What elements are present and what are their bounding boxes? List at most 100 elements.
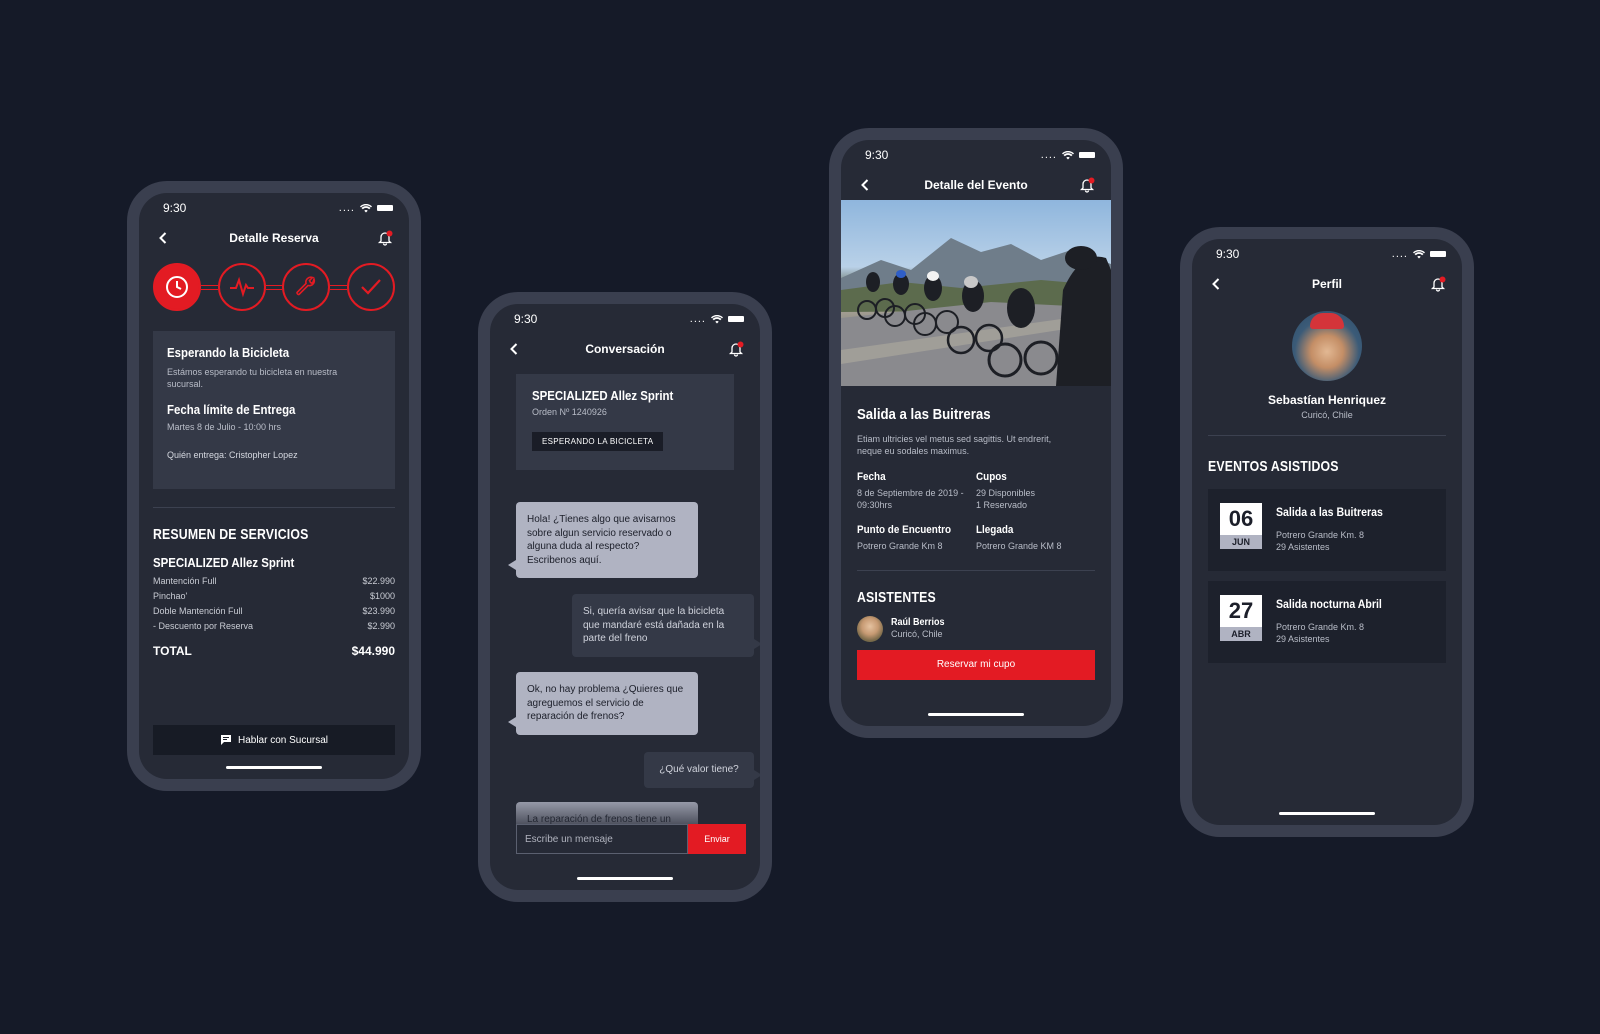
service-row: Mantención Full $22.990: [153, 576, 395, 586]
phone-perfil: 9:30 .... Perfil Sebastían Henriquez Cur…: [1180, 227, 1474, 837]
event-card[interactable]: 27 ABR Salida nocturna Abril Potrero Gra…: [1208, 581, 1446, 664]
message-sent: ¿Qué valor tiene?: [644, 752, 760, 788]
battery-icon: [1079, 152, 1095, 158]
event-place: Potrero Grande Km. 8: [1276, 530, 1365, 541]
order-number: Orden Nº 1240926: [532, 407, 607, 417]
total-label: TOTAL: [153, 644, 192, 658]
deadline-value: Martes 8 de Julio - 10:00 hrs: [167, 422, 282, 433]
profile-avatar[interactable]: [1292, 311, 1362, 381]
notifications-button[interactable]: [726, 339, 746, 359]
delivered-by: Quién entrega: Cristopher Lopez: [167, 450, 298, 461]
status-bar: 9:30 ....: [490, 304, 760, 334]
back-button[interactable]: [153, 228, 173, 248]
battery-icon: [377, 205, 393, 211]
status-time: 9:30: [514, 312, 538, 326]
bell-icon: [728, 341, 744, 357]
summary-title: RESUMEN DE SERVICIOS: [153, 526, 309, 543]
send-button[interactable]: Enviar: [688, 824, 746, 854]
order-card: SPECIALIZED Allez Sprint Orden Nº 124092…: [516, 374, 734, 470]
talk-to-branch-button[interactable]: Hablar con Sucursal: [153, 725, 395, 755]
back-button[interactable]: [1206, 274, 1226, 294]
event-details: Salida a las Buitreras Etiam ultricies v…: [841, 406, 1111, 680]
event-description: Etiam ultricies vel metus sed sagittis. …: [857, 434, 1052, 457]
event-name: Salida nocturna Abril: [1276, 597, 1382, 612]
message-input[interactable]: [516, 824, 688, 854]
step-connector: [265, 284, 283, 290]
wifi-icon: [1062, 150, 1074, 159]
total-value: $44.990: [351, 644, 395, 658]
signal-icon: ....: [1040, 148, 1057, 161]
date-month: ABR: [1220, 627, 1262, 642]
home-indicator: [1279, 812, 1375, 815]
attendee-location: Curicó, Chile: [891, 629, 943, 640]
step-waiting[interactable]: [153, 263, 201, 311]
clock-icon: [166, 276, 188, 298]
attended-events-title: EVENTOS ASISTIDOS: [1208, 458, 1339, 476]
services-summary: RESUMEN DE SERVICIOS SPECIALIZED Allez S…: [139, 526, 409, 658]
navbar: Detalle del Evento: [841, 170, 1111, 200]
order-bike-name: SPECIALIZED Allez Sprint: [532, 388, 674, 403]
navbar: Perfil: [1192, 269, 1462, 299]
deadline-title: Fecha límite de Entrega: [167, 402, 296, 418]
notifications-button[interactable]: [1428, 274, 1448, 294]
step-done[interactable]: [347, 263, 396, 311]
status-bar: 9:30 ....: [1192, 239, 1462, 269]
screen: 9:30 .... Conversación SPECIALIZED Allez…: [490, 304, 760, 890]
home-indicator: [226, 766, 322, 769]
back-button[interactable]: [504, 339, 524, 359]
navbar: Detalle Reserva: [139, 223, 409, 253]
step-repair[interactable]: [282, 263, 331, 311]
notifications-button[interactable]: [1077, 175, 1097, 195]
home-indicator: [928, 713, 1024, 716]
wrench-icon: [296, 276, 316, 296]
status-card: Esperando la Bicicleta Estámos esperando…: [153, 331, 395, 489]
divider: [1208, 435, 1446, 437]
status-bar: 9:30 ....: [841, 140, 1111, 170]
wifi-icon: [1413, 249, 1425, 258]
message-received: Hola! ¿Tienes algo que avisarnos sobre a…: [508, 502, 698, 578]
chevron-left-icon: [159, 232, 167, 244]
event-arrival: Llegada Potrero Grande KM 8: [976, 523, 1062, 551]
divider: [153, 507, 395, 508]
bike-name: SPECIALIZED Allez Sprint: [153, 555, 295, 570]
step-connector: [201, 284, 218, 290]
event-photo: [841, 200, 1111, 386]
attendee-row[interactable]: Raúl Berrios Curicó, Chile: [857, 615, 1095, 642]
service-row: Doble Mantención Full $23.990: [153, 606, 395, 616]
step-diagnosis[interactable]: [217, 263, 266, 311]
battery-icon: [728, 316, 744, 322]
date-day: 27: [1220, 595, 1262, 628]
status-time: 9:30: [865, 148, 889, 162]
page-title: Detalle del Evento: [924, 178, 1028, 192]
battery-icon: [1430, 251, 1446, 257]
event-card[interactable]: 06 JUN Salida a las Buitreras Potrero Gr…: [1208, 489, 1446, 572]
event-slots: Cupos 29 Disponibles 1 Reservado: [976, 471, 1036, 511]
chevron-left-icon: [510, 343, 518, 355]
pulse-icon: [229, 276, 254, 298]
event-meeting-point: Punto de Encuentro Potrero Grande Km 8: [857, 523, 952, 551]
bell-icon: [377, 230, 393, 246]
chevron-left-icon: [861, 179, 869, 191]
event-place: Potrero Grande Km. 8: [1276, 622, 1365, 633]
page-title: Conversación: [585, 342, 665, 356]
talk-button-label: Hablar con Sucursal: [237, 734, 329, 746]
notifications-button[interactable]: [375, 228, 395, 248]
progress-steps: [139, 253, 409, 311]
step-connector: [330, 284, 348, 290]
date-badge: 27 ABR: [1220, 595, 1262, 642]
event-date: Fecha 8 de Septiembre de 2019 - 09:30hrs: [857, 471, 964, 511]
service-row: - Descuento por Reserva $2.990: [153, 621, 395, 631]
service-row: Pinchao' $1000: [153, 591, 395, 601]
avatar: [857, 615, 883, 642]
status-description: Estámos esperando tu bicicleta en nuestr…: [167, 367, 338, 390]
message-composer: Enviar: [516, 824, 746, 854]
total-row: TOTAL $44.990: [153, 644, 395, 658]
signal-icon: ....: [1391, 247, 1408, 260]
home-indicator: [577, 877, 673, 880]
status-time: 9:30: [1216, 247, 1240, 261]
check-icon: [361, 279, 381, 295]
phone-detalle-reserva: 9:30 .... Detalle Reserva Esperando la B…: [127, 181, 421, 791]
reserve-slot-button[interactable]: Reservar mi cupo: [857, 649, 1095, 680]
back-button[interactable]: [855, 175, 875, 195]
event-name: Salida a las Buitreras: [1276, 505, 1383, 520]
